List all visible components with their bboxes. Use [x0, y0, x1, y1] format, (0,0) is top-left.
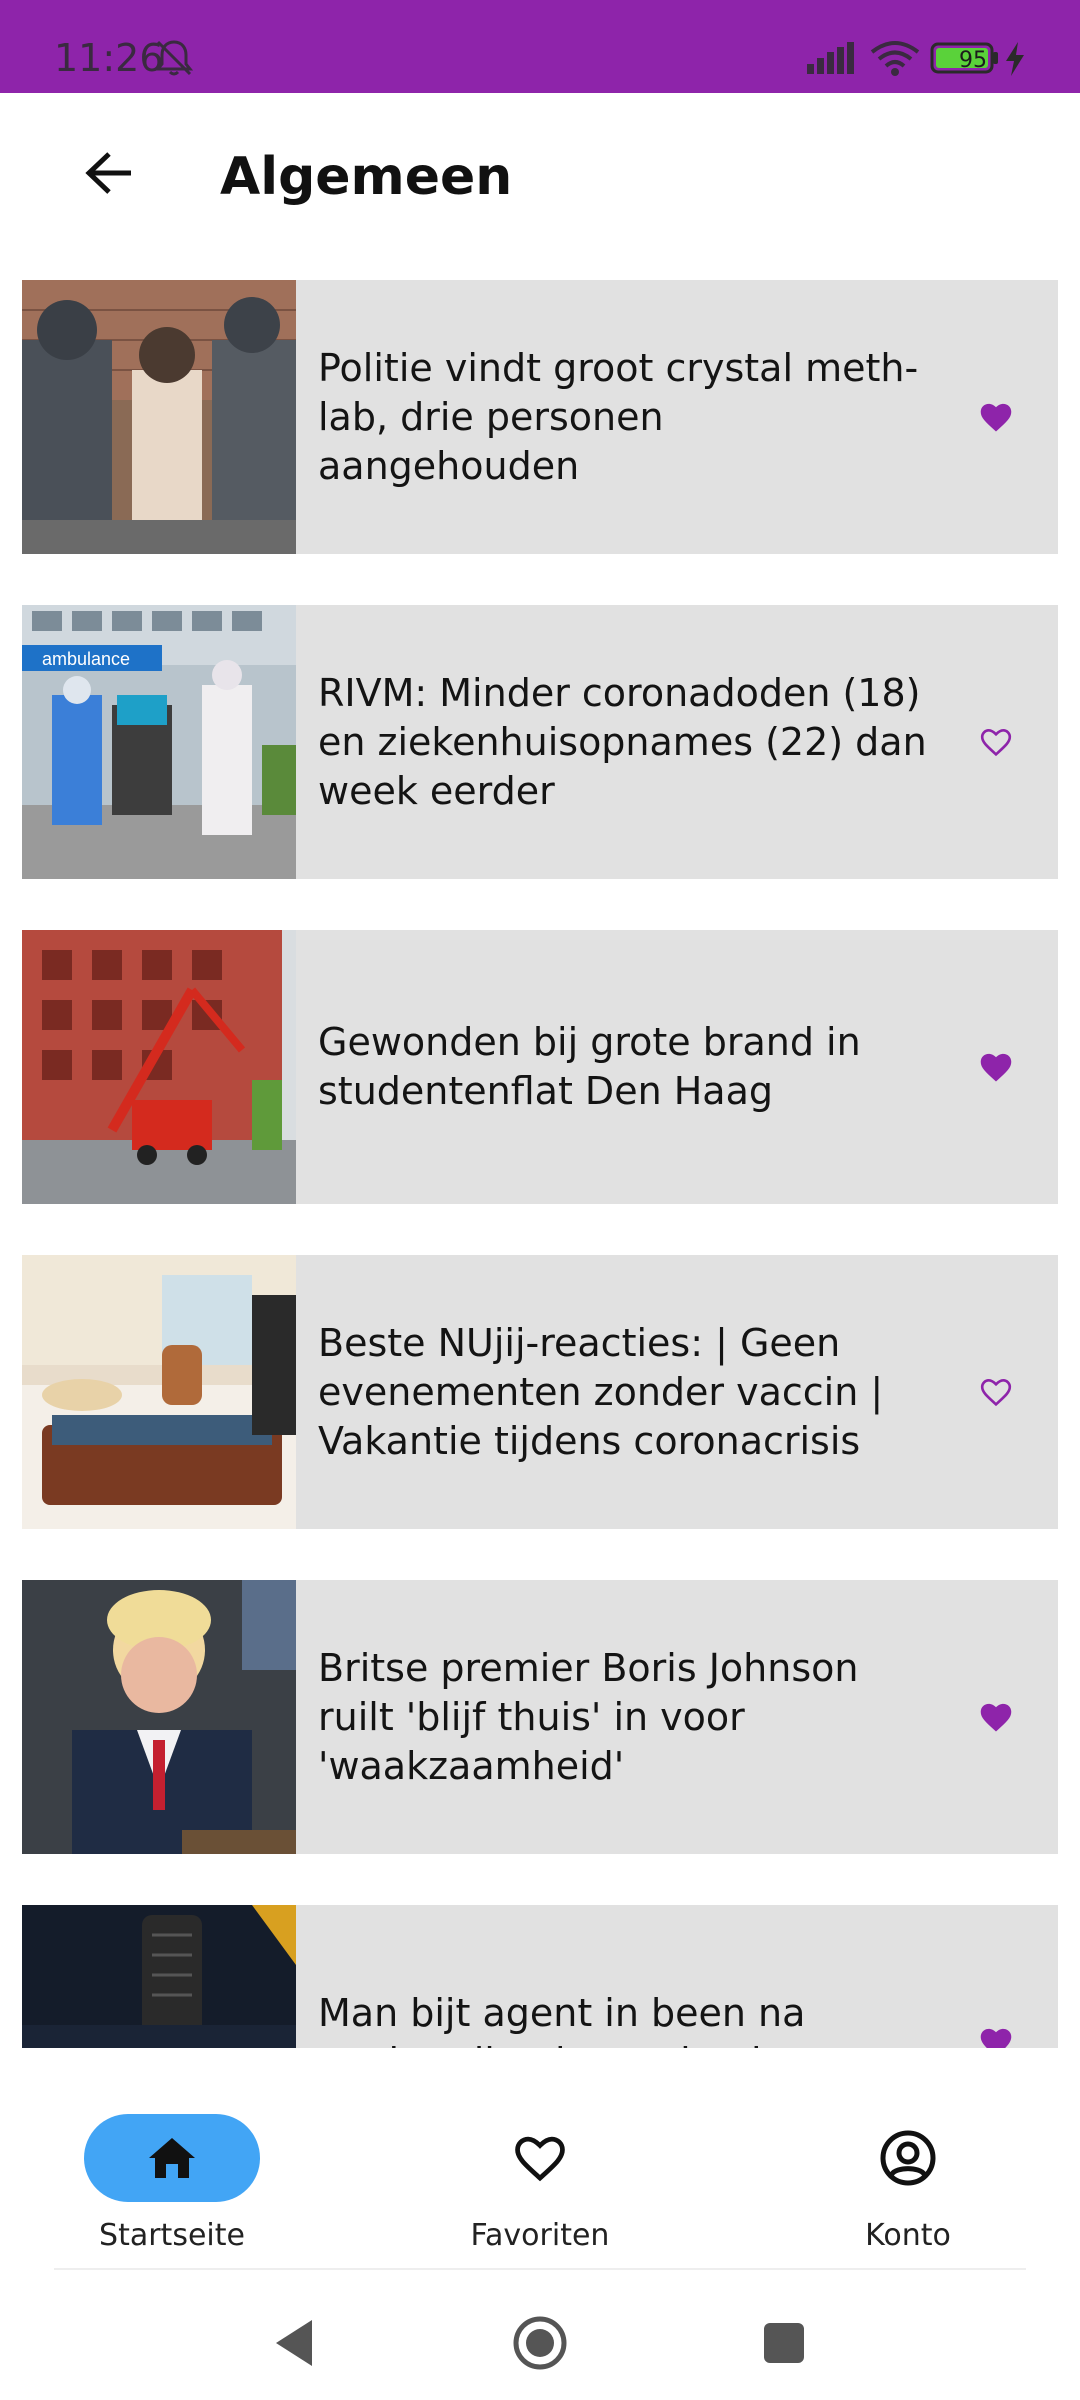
news-list[interactable]: Politie vindt groot crystal meth-lab, dr… [22, 280, 1058, 2048]
news-thumbnail [22, 1905, 296, 2048]
news-title: RIVM: Minder coronadoden (18) en ziekenh… [318, 670, 927, 813]
news-thumbnail: ambulance [22, 605, 296, 879]
account-circle-icon [880, 2130, 936, 2186]
home-icon [149, 2138, 195, 2178]
arrow-left-icon [85, 152, 131, 194]
news-card[interactable]: ambulance RIVM: Minder coronadoden (18) … [22, 605, 1058, 879]
page-title: Algemeen [220, 147, 513, 207]
news-title: Man bijt agent in been na aanhouding in … [318, 1991, 806, 2048]
favorite-button[interactable] [972, 2018, 1020, 2048]
heart-outline-icon [980, 1379, 1012, 1407]
heart-filled-icon [980, 403, 1012, 432]
favorite-button[interactable] [972, 1368, 1020, 1416]
nav-label: Konto [865, 2218, 951, 2253]
news-thumbnail [22, 280, 296, 554]
favorite-button[interactable] [972, 393, 1020, 441]
news-title: Politie vindt groot crystal meth-lab, dr… [318, 345, 919, 488]
nav-pill [452, 2114, 628, 2202]
system-back-button[interactable] [260, 2308, 330, 2378]
news-thumbnail [22, 930, 296, 1204]
nav-pill [820, 2114, 996, 2202]
wifi-icon [870, 40, 920, 80]
favorite-button[interactable] [972, 1693, 1020, 1741]
nav-item-favoriten[interactable]: Favoriten [420, 2080, 660, 2253]
news-thumbnail [22, 1580, 296, 1854]
news-title: Beste NUjij-reacties: | Geen evenementen… [318, 1320, 884, 1463]
news-title: Britse premier Boris Johnson ruilt 'blij… [318, 1645, 859, 1788]
news-title: Gewonden bij grote brand in studentenfla… [318, 1020, 861, 1113]
system-recents-button[interactable] [749, 2308, 819, 2378]
heart-filled-icon [980, 1703, 1012, 1732]
news-card[interactable]: Beste NUjij-reacties: | Geen evenementen… [22, 1255, 1058, 1529]
nav-divider [54, 2268, 1026, 2270]
bottom-navigation: Startseite Favoriten Konto [0, 2048, 1080, 2268]
favorite-button[interactable] [972, 1043, 1020, 1091]
heart-icon [515, 2136, 565, 2182]
signal-icon [807, 42, 859, 78]
nav-label: Startseite [99, 2218, 245, 2253]
favorite-button[interactable] [972, 718, 1020, 766]
news-card[interactable]: Britse premier Boris Johnson ruilt 'blij… [22, 1580, 1058, 1854]
battery-level: 95 [959, 48, 987, 73]
bell-off-icon [152, 38, 196, 82]
nav-item-konto[interactable]: Konto [788, 2080, 1028, 2253]
status-time: 11:26 [54, 36, 164, 80]
square-recents-icon [764, 2323, 804, 2363]
heart-filled-icon [980, 1053, 1012, 1082]
news-card[interactable]: Man bijt agent in been na aanhouding in … [22, 1905, 1058, 2048]
news-card[interactable]: Politie vindt groot crystal meth-lab, dr… [22, 280, 1058, 554]
charge-icon [1004, 42, 1026, 80]
svg-text:ambulance: ambulance [42, 649, 130, 669]
nav-pill-active [84, 2114, 260, 2202]
triangle-back-icon [276, 2320, 312, 2366]
app-header: Algemeen [0, 93, 1080, 273]
heart-filled-icon [980, 2028, 1012, 2048]
system-navigation [0, 2280, 1080, 2400]
heart-outline-icon [980, 729, 1012, 757]
news-thumbnail [22, 1255, 296, 1529]
back-button[interactable] [70, 133, 150, 213]
circle-home-icon [513, 2316, 567, 2370]
system-home-button[interactable] [505, 2308, 575, 2378]
news-card[interactable]: Gewonden bij grote brand in studentenfla… [22, 930, 1058, 1204]
nav-label: Favoriten [470, 2218, 610, 2253]
nav-item-startseite[interactable]: Startseite [52, 2080, 292, 2253]
status-bar: 11:26 95 [0, 0, 1080, 93]
